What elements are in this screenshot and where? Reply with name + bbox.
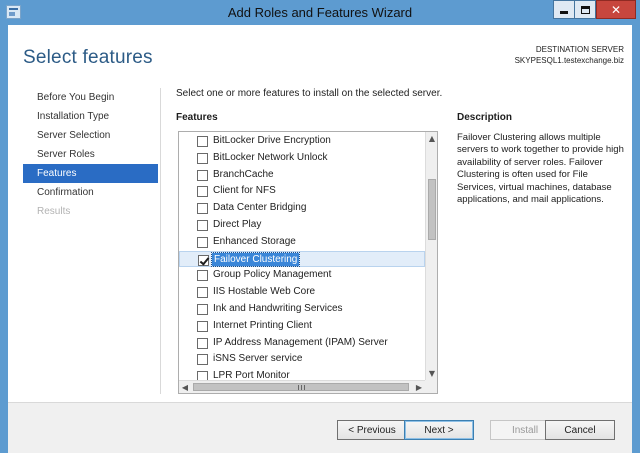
feature-row[interactable]: BranchCache (179, 167, 425, 184)
feature-checkbox[interactable] (197, 270, 208, 282)
feature-checkbox[interactable] (197, 169, 208, 181)
window-frame-left (0, 25, 8, 453)
feature-row[interactable]: Group Policy Management (179, 267, 425, 284)
feature-label: BitLocker Drive Encryption (213, 135, 331, 146)
feature-checkbox[interactable] (197, 337, 208, 349)
feature-row[interactable]: Direct Play (179, 217, 425, 234)
feature-label: Data Center Bridging (213, 202, 307, 214)
wizard-nav: Before You Begin Installation Type Serve… (23, 88, 158, 221)
maximize-icon (580, 5, 590, 14)
feature-label: IIS Hostable Web Core (213, 286, 316, 298)
wizard-body: Select features DESTINATION SERVER SKYPE… (8, 25, 632, 453)
feature-row[interactable]: Ink and Handwriting Services (179, 301, 425, 318)
nav-item-before-you-begin[interactable]: Before You Begin (23, 88, 158, 107)
feature-checkbox[interactable] (197, 287, 208, 299)
feature-label: BitLocker Network Unlock (213, 151, 328, 163)
features-list[interactable]: BitLocker Drive Encryption BitLocker Netw… (178, 131, 438, 394)
feature-checkbox[interactable] (197, 186, 208, 198)
title-bar: Add Roles and Features Wizard ✕ (0, 0, 640, 25)
feature-label: Enhanced Storage (213, 235, 296, 247)
scroll-down-icon[interactable]: ▼ (426, 367, 437, 380)
feature-label: Ink and Handwriting Services (213, 302, 343, 314)
minimize-icon (560, 11, 568, 14)
feature-label: Client for NFS (213, 185, 276, 197)
nav-item-server-selection[interactable]: Server Selection (23, 126, 158, 145)
window-frame-right (632, 25, 640, 453)
feature-row[interactable]: BitLocker Drive Encryption (179, 133, 425, 150)
close-button[interactable]: ✕ (596, 0, 636, 19)
feature-row[interactable]: IIS Hostable Web Core (179, 284, 425, 301)
features-heading: Features (176, 112, 218, 123)
scrollbar-corner (425, 380, 437, 393)
feature-label: BranchCache (213, 168, 274, 180)
feature-checkbox[interactable] (197, 136, 208, 147)
description-text: Failover Clustering allows multiple serv… (457, 132, 624, 206)
feature-label: iSNS Server service (213, 353, 303, 365)
destination-server-name: SKYPESQL1.testexchange.biz (514, 56, 624, 65)
feature-checkbox[interactable] (197, 203, 208, 215)
description-heading: Description (457, 112, 513, 123)
feature-label: Group Policy Management (213, 269, 332, 281)
scroll-left-icon[interactable]: ◀ (179, 381, 191, 393)
nav-item-confirmation[interactable]: Confirmation (23, 183, 158, 202)
feature-checkbox[interactable] (197, 354, 208, 366)
destination-server-label: DESTINATION SERVER (535, 45, 624, 54)
maximize-button[interactable] (574, 0, 596, 19)
vertical-scrollbar[interactable]: ▲ ▼ (425, 132, 437, 380)
features-list-items: BitLocker Drive Encryption BitLocker Netw… (179, 133, 425, 385)
nav-item-server-roles[interactable]: Server Roles (23, 145, 158, 164)
feature-checkbox[interactable] (197, 236, 208, 248)
feature-row[interactable]: IP Address Management (IPAM) Server (179, 335, 425, 352)
feature-label: Internet Printing Client (213, 319, 312, 331)
feature-row[interactable]: Data Center Bridging (179, 200, 425, 217)
feature-row[interactable]: BitLocker Network Unlock (179, 150, 425, 167)
feature-label: Failover Clustering (210, 251, 301, 267)
window-title: Add Roles and Features Wizard (227, 5, 413, 20)
cancel-button[interactable]: Cancel (545, 420, 615, 440)
feature-row[interactable]: Client for NFS (179, 183, 425, 200)
scroll-up-icon[interactable]: ▲ (426, 132, 437, 145)
nav-item-results: Results (37, 206, 71, 217)
feature-checkbox[interactable] (197, 320, 208, 332)
nav-item-installation-type[interactable]: Installation Type (23, 107, 158, 126)
feature-row[interactable]: iSNS Server service (179, 351, 425, 368)
nav-item-features[interactable]: Features (23, 164, 158, 183)
horizontal-scrollbar[interactable]: ◀ ▶ (179, 380, 425, 393)
next-button[interactable]: Next > (404, 420, 474, 440)
feature-label: Direct Play (213, 218, 262, 230)
previous-button[interactable]: < Previous (337, 420, 407, 440)
minimize-button[interactable] (553, 0, 575, 19)
feature-row[interactable]: Internet Printing Client (179, 318, 425, 335)
feature-checkbox[interactable] (197, 303, 208, 315)
instruction-text: Select one or more features to install o… (176, 88, 443, 99)
feature-row[interactable]: Failover Clustering (179, 250, 425, 268)
feature-checkbox[interactable] (197, 152, 208, 164)
feature-checkbox[interactable] (197, 219, 208, 231)
feature-row[interactable]: Enhanced Storage (179, 234, 425, 251)
feature-label: IP Address Management (IPAM) Server (213, 336, 388, 348)
page-title: Select features (23, 47, 153, 68)
nav-divider (160, 88, 161, 394)
grip-icon (297, 384, 305, 390)
vertical-scroll-thumb[interactable] (428, 179, 436, 240)
feature-checkbox[interactable] (198, 254, 209, 266)
horizontal-scroll-thumb[interactable] (193, 383, 409, 391)
scroll-right-icon[interactable]: ▶ (413, 381, 425, 393)
close-icon: ✕ (610, 2, 622, 17)
wizard-footer: < Previous Next > Install Cancel (8, 403, 632, 453)
